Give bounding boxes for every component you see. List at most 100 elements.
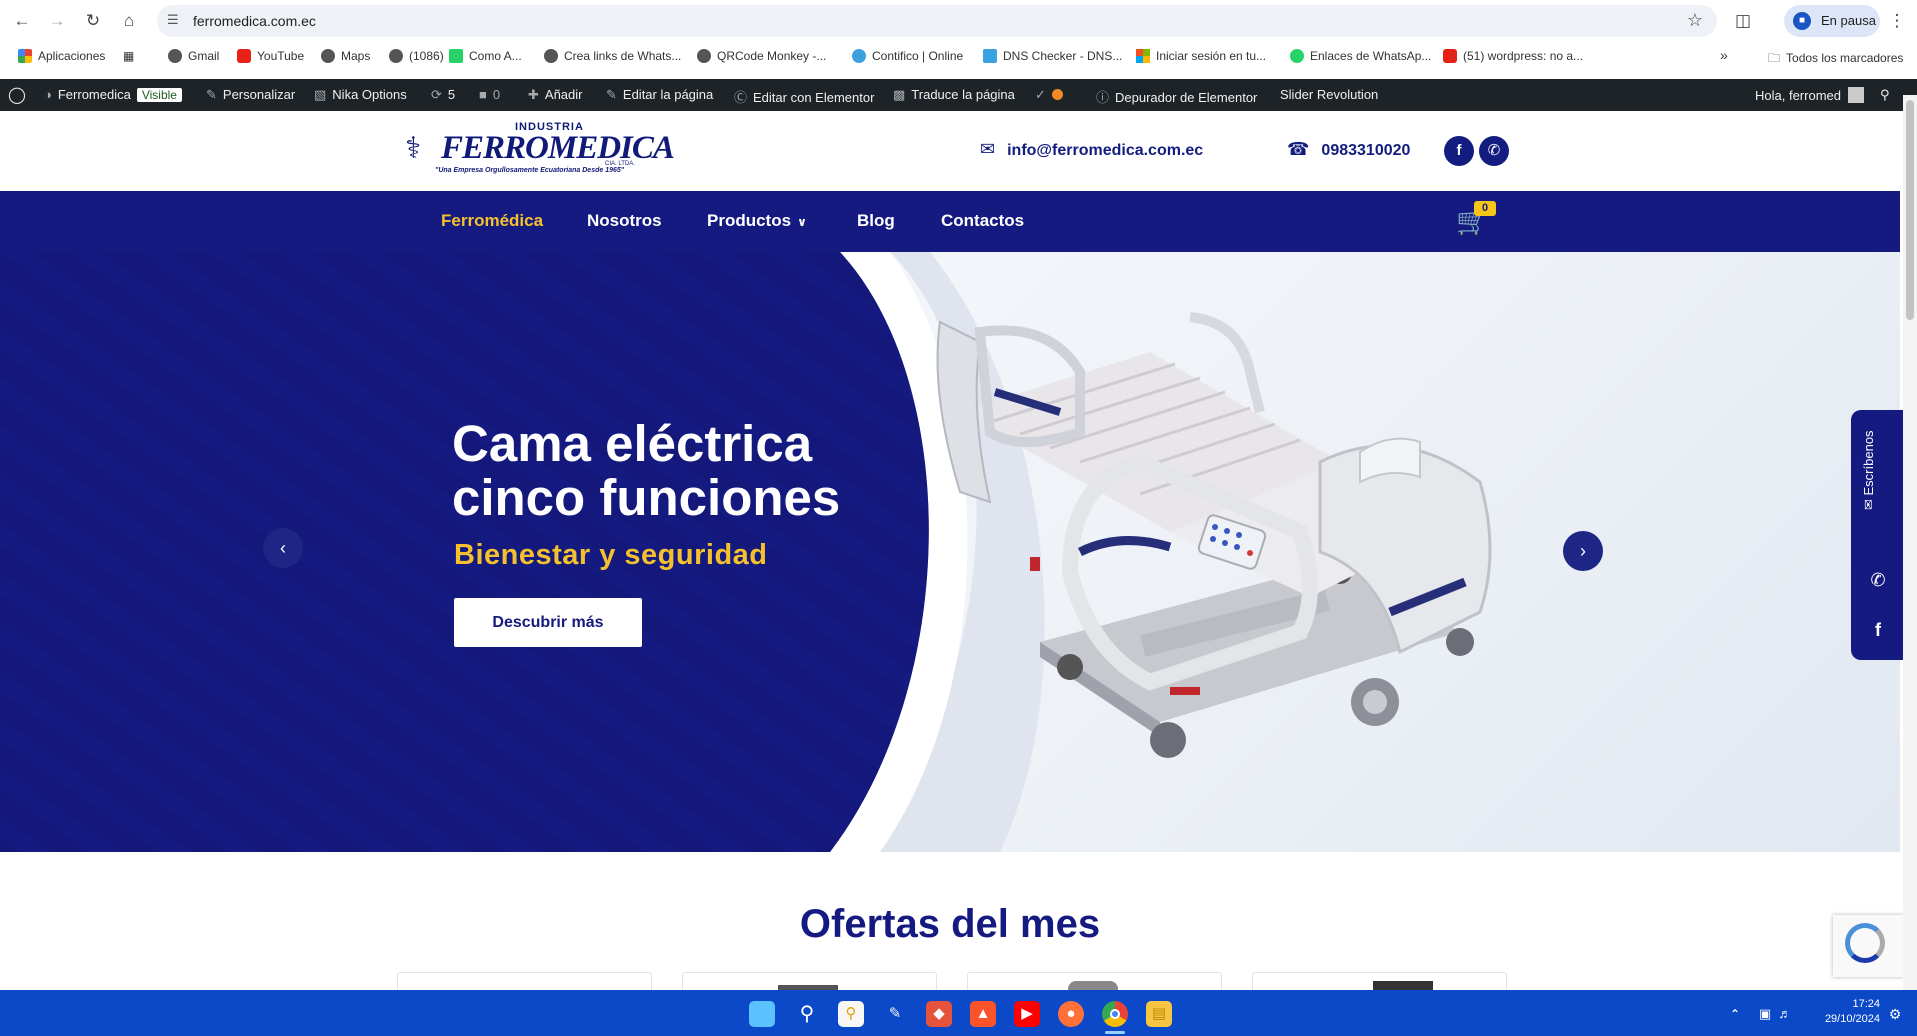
- header-email[interactable]: ✉ info@ferromedica.com.ec: [980, 139, 1203, 160]
- extensions-icon[interactable]: ◫: [1731, 9, 1755, 33]
- recaptcha-badge[interactable]: [1833, 915, 1903, 977]
- bookmarks-bar: Aplicaciones ▦ Gmail YouTube Maps (1086)…: [0, 42, 1917, 72]
- wp-edit-page[interactable]: ✎ Editar la página: [606, 87, 713, 103]
- user-avatar: [1847, 87, 1864, 103]
- microsoft-icon: [1136, 49, 1150, 63]
- bookmark-wordpress-video[interactable]: (51) wordpress: no a...: [1443, 49, 1583, 63]
- windows-start-icon[interactable]: [749, 1001, 775, 1027]
- offer-card[interactable]: [682, 972, 937, 993]
- pen-app-icon[interactable]: ✎: [882, 1001, 908, 1027]
- slider-next-icon[interactable]: ›: [1563, 531, 1603, 571]
- visible-badge: Visible: [136, 88, 182, 102]
- bookmark-youtube[interactable]: YouTube: [237, 49, 304, 63]
- bookmark-maps[interactable]: Maps: [321, 49, 370, 63]
- site-name-label: Ferromedica: [57, 87, 131, 102]
- offer-card[interactable]: [1252, 972, 1507, 993]
- slider-prev-icon[interactable]: ‹: [263, 528, 303, 568]
- wp-search-icon[interactable]: ⚲: [1880, 87, 1890, 103]
- wp-slider-revolution[interactable]: Slider Revolution: [1280, 87, 1378, 102]
- tray-clock[interactable]: 17:24 29/10/2024: [1810, 997, 1880, 1027]
- wp-site-name[interactable]: ◑ Ferromedica Visible: [44, 87, 182, 102]
- wp-account[interactable]: Hola, ferromed: [1755, 87, 1864, 103]
- wp-elementor-debugger[interactable]: ⓘ Depurador de Elementor: [1096, 87, 1257, 106]
- nav-blog[interactable]: Blog: [857, 211, 895, 231]
- volume-icon[interactable]: ♬: [1772, 1001, 1798, 1027]
- bookmark-crea-links[interactable]: Crea links de Whats...: [544, 49, 681, 63]
- wp-comments[interactable]: ■ 0: [479, 87, 500, 102]
- bookmark-label: Maps: [341, 49, 371, 63]
- facebook-icon[interactable]: f: [1444, 136, 1474, 166]
- discover-more-button[interactable]: Descubrir más: [454, 598, 642, 647]
- email-text: info@ferromedica.com.ec: [1007, 142, 1204, 159]
- address-bar[interactable]: ☰ ferromedica.com.ec ☆: [157, 5, 1717, 37]
- grid-icon[interactable]: ▦: [123, 49, 134, 63]
- translate-icon: ▩: [893, 87, 906, 102]
- nav-nosotros[interactable]: Nosotros: [587, 211, 662, 231]
- bookmark-qrcode[interactable]: QRCode Monkey -...: [697, 49, 826, 63]
- whatsapp-icon[interactable]: ✆: [1867, 570, 1889, 591]
- notifications-icon[interactable]: ⚙: [1882, 1001, 1908, 1027]
- bookmark-label: Como A...: [469, 49, 522, 63]
- nav-ferromedica[interactable]: Ferromédica: [441, 211, 543, 231]
- firefox-icon[interactable]: ●: [1058, 1001, 1084, 1027]
- page-scrollbar[interactable]: [1903, 95, 1917, 990]
- ferromedica-logo[interactable]: ⚕ INDUSTRIA FERROMEDICA CIA. LTDA. "Una …: [405, 121, 675, 181]
- anydesk-icon[interactable]: ◆: [926, 1001, 952, 1027]
- bookmark-label: Iniciar sesión en tu...: [1156, 49, 1267, 63]
- yoast-icon[interactable]: ✓: [1035, 87, 1063, 103]
- bookmark-gmail[interactable]: Gmail: [168, 49, 219, 63]
- search-icon[interactable]: ⚲: [794, 1001, 820, 1027]
- offer-card[interactable]: [397, 972, 652, 992]
- url-text[interactable]: ferromedica.com.ec: [193, 13, 316, 29]
- globe-icon: [389, 49, 403, 63]
- file-explorer-icon[interactable]: ▤: [1146, 1001, 1172, 1027]
- bookmark-label: DNS Checker - DNS...: [1003, 49, 1123, 63]
- side-tab-label[interactable]: ✉ Escríbenos: [1861, 430, 1877, 510]
- offer-card[interactable]: [967, 972, 1222, 993]
- profile-pause-button[interactable]: ■ En pausa: [1784, 5, 1880, 37]
- brave-browser-icon[interactable]: ▲: [970, 1001, 996, 1027]
- wp-nika-options[interactable]: ▧ Nika Options: [314, 87, 407, 103]
- bookmark-como[interactable]: Como A...: [449, 49, 522, 63]
- cart-count-badge: 0: [1474, 201, 1496, 216]
- forward-arrow-icon[interactable]: →: [45, 9, 69, 33]
- reload-icon[interactable]: ↻: [81, 9, 105, 33]
- back-arrow-icon[interactable]: ←: [10, 9, 34, 33]
- contact-side-tab[interactable]: ✉ Escríbenos ✆ f: [1851, 410, 1906, 660]
- wp-updates[interactable]: ⟳ 5: [431, 87, 455, 103]
- bookmark-apps[interactable]: Aplicaciones: [18, 49, 105, 63]
- apps-grid-icon: [18, 49, 32, 63]
- bookmark-whatsapp-links[interactable]: Enlaces de WhatsAp...: [1290, 49, 1431, 63]
- header-phone[interactable]: ☎ 0983310020: [1287, 139, 1410, 160]
- chrome-icon[interactable]: [1102, 1001, 1128, 1027]
- bookmark-contifico[interactable]: Contifico | Online: [852, 49, 963, 63]
- wp-edit-elementor[interactable]: Ⓒ Editar con Elementor: [734, 87, 874, 106]
- wordpress-logo-icon[interactable]: ◯: [8, 85, 26, 105]
- bookmark-dns-checker[interactable]: DNS Checker - DNS...: [983, 49, 1122, 63]
- nav-productos[interactable]: Productos ∨: [707, 211, 807, 231]
- nav-contactos[interactable]: Contactos: [941, 211, 1024, 231]
- yoast-glyph-icon: ✓: [1035, 87, 1046, 102]
- updates-count: 5: [447, 87, 456, 102]
- tray-chevron-up-icon[interactable]: ⌃: [1722, 1001, 1748, 1027]
- facebook-icon[interactable]: f: [1867, 620, 1889, 641]
- home-icon[interactable]: ⌂: [117, 9, 141, 33]
- bookmark-microsoft[interactable]: Iniciar sesión en tu...: [1136, 49, 1266, 63]
- scroll-thumb[interactable]: [1906, 100, 1914, 320]
- menu-dots-icon[interactable]: ⋮: [1885, 9, 1909, 33]
- more-bookmarks-icon[interactable]: »: [1720, 47, 1728, 63]
- side-tab-label-text: Escríbenos: [1861, 430, 1876, 496]
- info-icon: ⓘ: [1096, 90, 1110, 105]
- whatsapp-icon[interactable]: ✆: [1479, 136, 1509, 166]
- wp-translate[interactable]: ▩ Traduce la página: [893, 87, 1015, 103]
- bookmark-label: (1086): [409, 49, 444, 63]
- all-bookmarks-folder[interactable]: 🗀 Todos los marcadores: [1768, 49, 1903, 70]
- bookmark-1086[interactable]: (1086): [389, 49, 444, 63]
- wp-customize[interactable]: ✎ Personalizar: [206, 87, 295, 103]
- youtube-app-icon[interactable]: ▶: [1014, 1001, 1040, 1027]
- file-search-app-icon[interactable]: ⚲: [838, 1001, 864, 1027]
- plus-icon: ✚: [528, 87, 539, 102]
- wp-add-new[interactable]: ✚ Añadir: [528, 87, 582, 103]
- bookmark-star-icon[interactable]: ☆: [1687, 10, 1703, 31]
- site-info-icon[interactable]: ☰: [167, 12, 179, 28]
